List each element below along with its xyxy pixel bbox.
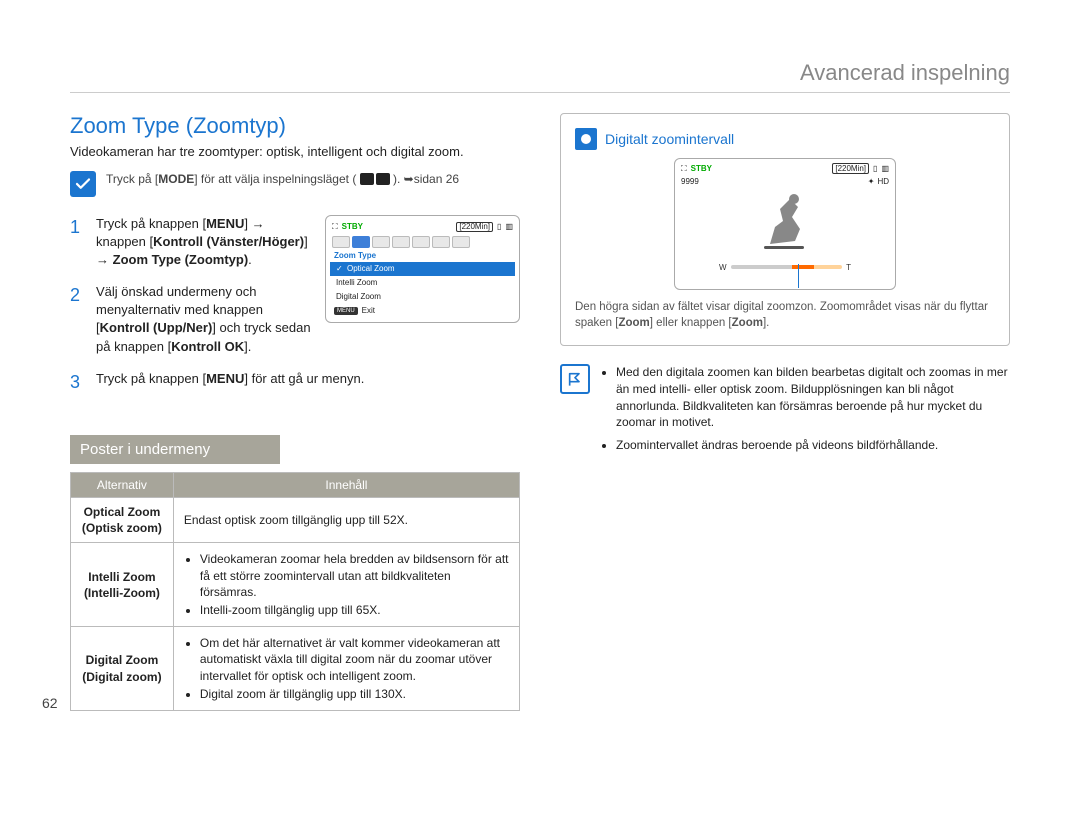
cell-name: Intelli Zoom (Intelli-Zoom): [71, 543, 174, 627]
note-icon: [560, 364, 590, 394]
skater-silhouette-icon: [750, 189, 820, 262]
cell-content: Endast optisk zoom tillgänglig upp till …: [173, 498, 519, 543]
hd-label: HD: [877, 177, 889, 186]
step-1: 1 Tryck på knappen [MENU] → knappen [Kon…: [70, 215, 315, 270]
cell-content: Videokameran zoomar hela bredden av bild…: [173, 543, 519, 627]
arrow-icon: →: [252, 216, 265, 231]
step-body: Tryck på knappen [MENU] → knappen [Kontr…: [96, 215, 315, 270]
card-icon: ▯: [497, 223, 501, 231]
step-body: Tryck på knappen [MENU] för att gå ur me…: [96, 370, 520, 395]
panel-caption: Den högra sidan av fältet visar digital …: [575, 300, 995, 331]
step-2: 2 Välj önskad undermeny och menyalternat…: [70, 283, 315, 356]
lens-icon: [575, 128, 597, 150]
quality-icon: ✦: [868, 177, 875, 186]
menu-item-intelli: Intelli Zoom: [330, 276, 515, 290]
step-number: 3: [70, 370, 84, 395]
battery-icon: ▥: [881, 164, 889, 173]
zoom-screenshot: ⛶ STBY [220Min] ▯ ▥ 9999 ✦ HD: [674, 158, 896, 290]
cell-name: Optical Zoom (Optisk zoom): [71, 498, 174, 543]
battery-icon: ▥: [505, 223, 513, 231]
menu-exit: MENU Exit: [330, 304, 515, 318]
section-title: Zoom Type (Zoomtyp): [70, 113, 520, 139]
wide-label: W: [715, 263, 731, 272]
digital-zoom-panel: Digitalt zoomintervall ⛶ STBY [220Min] ▯…: [560, 113, 1010, 346]
camera-icon: ⛶: [681, 164, 687, 174]
step-body: Välj önskad undermeny och menyalternativ…: [96, 283, 315, 356]
menu-chip: MENU: [334, 307, 358, 315]
cell-name: Digital Zoom (Digital zoom): [71, 627, 174, 711]
table-row: Intelli Zoom (Intelli-Zoom) Videokameran…: [71, 543, 520, 627]
th-innehall: Innehåll: [173, 473, 519, 498]
notes-body: Med den digitala zoomen kan bilden bearb…: [600, 364, 1010, 460]
step-number: 1: [70, 215, 84, 270]
mode-tip-text: Tryck på [MODE] för att välja inspelning…: [106, 171, 459, 188]
stby-label: STBY: [342, 223, 363, 231]
stby-label: STBY: [691, 164, 712, 173]
note-item: Med den digitala zoomen kan bilden bearb…: [616, 364, 1010, 431]
shot-count: 9999: [681, 177, 699, 186]
step-3: 3 Tryck på knappen [MENU] för att gå ur …: [70, 370, 520, 395]
menu-screenshot: ⛶ STBY [220Min] ▯ ▥ Zoom Type ✓ Optical …: [325, 215, 520, 323]
mode-tip: Tryck på [MODE] för att välja inspelning…: [70, 171, 520, 197]
note-item: Zoomintervallet ändras beroende på video…: [616, 437, 1010, 454]
video-mode-icon: [360, 173, 374, 185]
check-icon: [70, 171, 96, 197]
menu-heading: Zoom Type: [330, 250, 515, 262]
cell-content: Om det här alternativet är valt kommer v…: [173, 627, 519, 711]
menu-tabs: [330, 234, 515, 250]
page-number: 62: [42, 695, 58, 711]
panel-title: Digitalt zoomintervall: [605, 131, 734, 147]
submenu-heading: Poster i undermeny: [70, 435, 280, 464]
th-alternativ: Alternativ: [71, 473, 174, 498]
camera-icon: ⛶: [332, 223, 338, 231]
mode-icons: [360, 173, 390, 185]
check-mark-icon: ✓: [336, 265, 343, 272]
menu-item-digital: Digital Zoom: [330, 290, 515, 304]
table-row: Optical Zoom (Optisk zoom) Endast optisk…: [71, 498, 520, 543]
tele-label: T: [842, 263, 855, 272]
time-remaining: [220Min]: [456, 222, 493, 232]
arrow-icon: →: [96, 252, 109, 267]
photo-mode-icon: [376, 173, 390, 185]
time-remaining: [220Min]: [832, 163, 869, 174]
step-number: 2: [70, 283, 84, 356]
zoom-scale: W T: [715, 263, 855, 271]
intro-text: Videokameran har tre zoomtyper: optisk, …: [70, 143, 520, 161]
breadcrumb: Avancerad inspelning: [70, 60, 1010, 93]
menu-item-optical: ✓ Optical Zoom: [330, 262, 515, 276]
table-row: Digital Zoom (Digital zoom) Om det här a…: [71, 627, 520, 711]
card-icon: ▯: [873, 164, 877, 173]
notes: Med den digitala zoomen kan bilden bearb…: [560, 364, 1010, 460]
submenu-table: Alternativ Innehåll Optical Zoom (Optisk…: [70, 472, 520, 711]
callout-line-icon: [798, 264, 799, 288]
